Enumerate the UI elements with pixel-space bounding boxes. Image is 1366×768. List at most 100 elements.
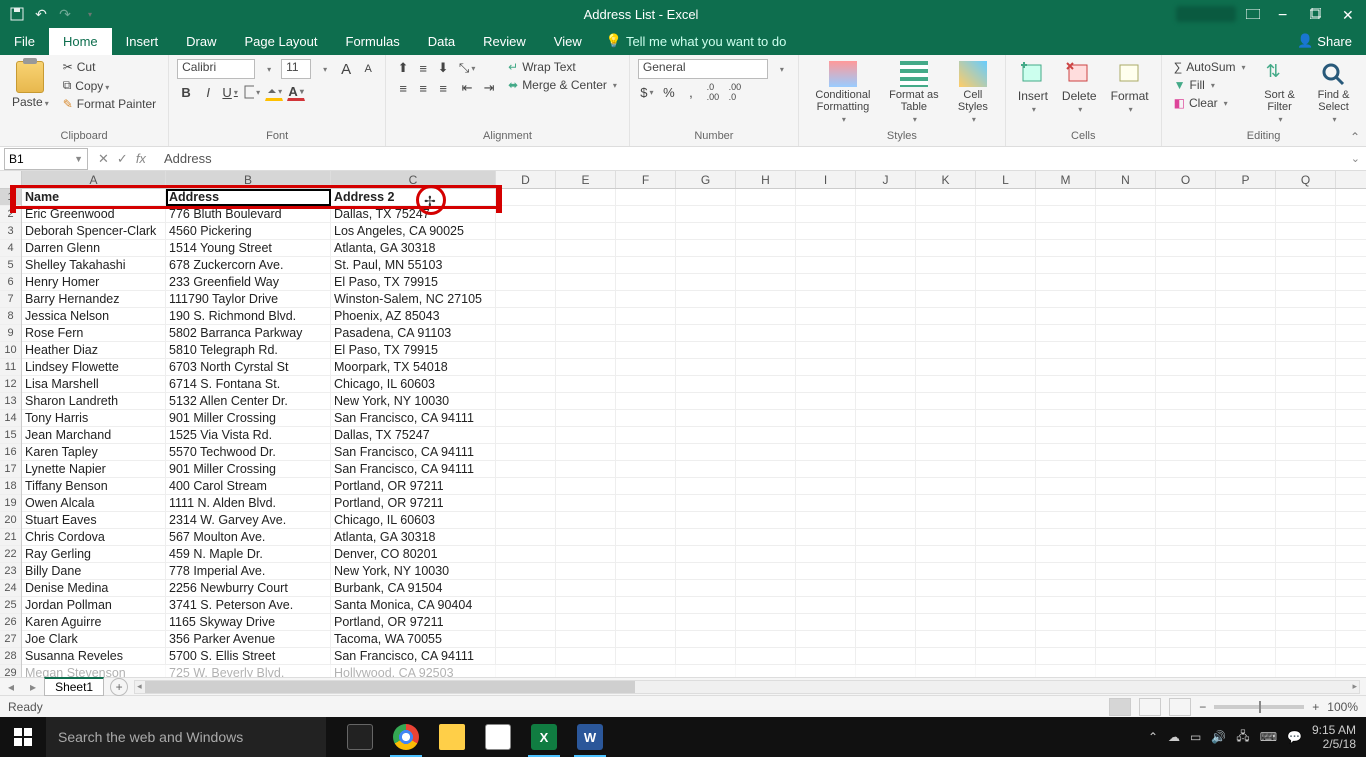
cell[interactable]	[1276, 206, 1336, 222]
cell[interactable]	[1216, 342, 1276, 358]
cell[interactable]: Portland, OR 97211	[331, 478, 496, 494]
cut-button[interactable]: ✂Cut	[59, 59, 160, 75]
cell[interactable]	[1096, 223, 1156, 239]
cell[interactable]	[796, 427, 856, 443]
expand-formula-bar-icon[interactable]: ⌄	[1345, 152, 1366, 165]
cell[interactable]	[1036, 563, 1096, 579]
cell[interactable]	[916, 223, 976, 239]
cell[interactable]: Name	[22, 189, 166, 205]
cell[interactable]	[616, 240, 676, 256]
cell[interactable]: Dallas, TX 75247	[331, 206, 496, 222]
cell[interactable]	[976, 393, 1036, 409]
cell[interactable]	[1216, 274, 1276, 290]
cell[interactable]	[496, 529, 556, 545]
row-header[interactable]: 18	[0, 478, 21, 495]
column-header[interactable]: L	[976, 171, 1036, 188]
page-break-view-button[interactable]	[1169, 698, 1191, 716]
cell[interactable]: St. Paul, MN 55103	[331, 257, 496, 273]
row-header[interactable]: 21	[0, 529, 21, 546]
column-header[interactable]: D	[496, 171, 556, 188]
cell[interactable]: 778 Imperial Ave.	[166, 563, 331, 579]
autosum-button[interactable]: ∑AutoSum	[1170, 59, 1250, 75]
cell[interactable]	[736, 240, 796, 256]
cell[interactable]	[1216, 359, 1276, 375]
cell[interactable]	[1036, 291, 1096, 307]
cell[interactable]	[556, 665, 616, 677]
cell[interactable]: New York, NY 10030	[331, 563, 496, 579]
sheet-nav-next[interactable]: ▸	[22, 680, 44, 694]
cell[interactable]	[916, 597, 976, 613]
row-header[interactable]: 13	[0, 393, 21, 410]
cell[interactable]: 5700 S. Ellis Street	[166, 648, 331, 664]
cell[interactable]: Lisa Marshell	[22, 376, 166, 392]
row-header[interactable]: 27	[0, 631, 21, 648]
cell[interactable]	[1156, 240, 1216, 256]
row-header[interactable]: 26	[0, 614, 21, 631]
cell[interactable]	[616, 342, 676, 358]
cell[interactable]: Susanna Reveles	[22, 648, 166, 664]
cell[interactable]: Chicago, IL 60603	[331, 512, 496, 528]
cell[interactable]	[1276, 444, 1336, 460]
battery-icon[interactable]: ▭	[1190, 730, 1201, 744]
cell[interactable]	[736, 410, 796, 426]
cell[interactable]	[676, 393, 736, 409]
align-middle-icon[interactable]: ≡	[414, 59, 432, 77]
cell[interactable]: Pasadena, CA 91103	[331, 325, 496, 341]
cell[interactable]	[676, 512, 736, 528]
cell[interactable]	[1096, 546, 1156, 562]
cell[interactable]	[976, 563, 1036, 579]
cell[interactable]	[1156, 189, 1216, 205]
cell[interactable]: 4560 Pickering	[166, 223, 331, 239]
cell[interactable]	[1036, 580, 1096, 596]
cell[interactable]	[1216, 325, 1276, 341]
cell[interactable]	[1096, 206, 1156, 222]
cell[interactable]	[1276, 274, 1336, 290]
cell[interactable]	[676, 631, 736, 647]
cell[interactable]	[1276, 223, 1336, 239]
cell[interactable]	[856, 597, 916, 613]
cell[interactable]	[1156, 393, 1216, 409]
cell[interactable]	[1276, 257, 1336, 273]
row-header[interactable]: 22	[0, 546, 21, 563]
cell[interactable]	[1216, 189, 1276, 205]
cell[interactable]	[1036, 223, 1096, 239]
cell-styles-button[interactable]: Cell Styles	[949, 59, 997, 126]
cell[interactable]	[556, 478, 616, 494]
row-header[interactable]: 15	[0, 427, 21, 444]
cell[interactable]	[1156, 359, 1216, 375]
cell[interactable]	[976, 240, 1036, 256]
cell[interactable]	[556, 325, 616, 341]
cell[interactable]	[1096, 393, 1156, 409]
cell[interactable]	[796, 580, 856, 596]
cell[interactable]	[1276, 461, 1336, 477]
cell[interactable]	[616, 631, 676, 647]
cell[interactable]: Portland, OR 97211	[331, 614, 496, 630]
cell[interactable]	[1036, 546, 1096, 562]
cell[interactable]	[616, 665, 676, 677]
cell[interactable]	[1096, 631, 1156, 647]
cell[interactable]	[916, 393, 976, 409]
cell[interactable]	[976, 512, 1036, 528]
file-explorer-app[interactable]	[432, 717, 472, 757]
cell[interactable]	[616, 274, 676, 290]
cell[interactable]	[856, 648, 916, 664]
cell[interactable]	[616, 257, 676, 273]
cell[interactable]	[496, 274, 556, 290]
cell[interactable]	[736, 444, 796, 460]
fill-color-button[interactable]	[265, 83, 283, 101]
cell[interactable]	[916, 461, 976, 477]
cell[interactable]	[1216, 512, 1276, 528]
comma-button[interactable]: ,	[682, 83, 700, 101]
row-header[interactable]: 16	[0, 444, 21, 461]
cell[interactable]: Atlanta, GA 30318	[331, 240, 496, 256]
cell[interactable]: 901 Miller Crossing	[166, 410, 331, 426]
cell[interactable]	[796, 376, 856, 392]
cell[interactable]: Karen Tapley	[22, 444, 166, 460]
cell[interactable]	[796, 325, 856, 341]
find-select-button[interactable]: Find & Select	[1310, 59, 1358, 126]
cell[interactable]	[856, 427, 916, 443]
cell[interactable]: 190 S. Richmond Blvd.	[166, 308, 331, 324]
onedrive-icon[interactable]: ☁	[1168, 730, 1180, 744]
cell[interactable]	[676, 291, 736, 307]
decrease-indent-icon[interactable]: ⇤	[458, 79, 476, 97]
